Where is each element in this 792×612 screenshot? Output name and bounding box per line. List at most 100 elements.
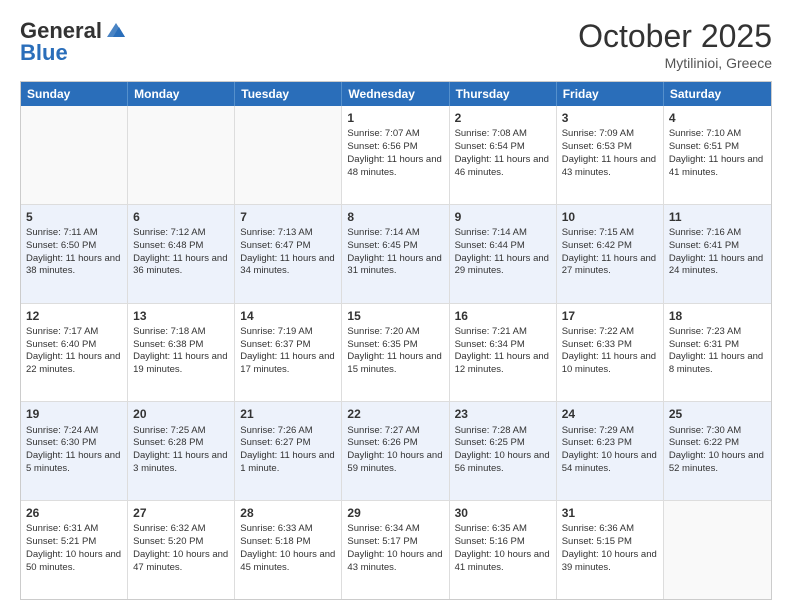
cal-header-thursday: Thursday — [450, 82, 557, 106]
cal-cell-20: 20 Sunrise: 7:25 AM Sunset: 6:28 PM Dayli… — [128, 402, 235, 500]
day-number: 16 — [455, 308, 551, 324]
cal-row-0: 1 Sunrise: 7:07 AM Sunset: 6:56 PM Daylig… — [21, 106, 771, 204]
cal-cell-10: 10 Sunrise: 7:15 AM Sunset: 6:42 PM Dayli… — [557, 205, 664, 303]
cal-cell-24: 24 Sunrise: 7:29 AM Sunset: 6:23 PM Dayli… — [557, 402, 664, 500]
cal-cell-19: 19 Sunrise: 7:24 AM Sunset: 6:30 PM Dayli… — [21, 402, 128, 500]
calendar-header: SundayMondayTuesdayWednesdayThursdayFrid… — [21, 82, 771, 106]
day-number: 9 — [455, 209, 551, 225]
title-block: October 2025 Mytilinioi, Greece — [578, 18, 772, 71]
cal-cell-1: 1 Sunrise: 7:07 AM Sunset: 6:56 PM Daylig… — [342, 106, 449, 204]
day-number: 7 — [240, 209, 336, 225]
day-number: 26 — [26, 505, 122, 521]
day-info: Sunrise: 7:26 AM Sunset: 6:27 PM Dayligh… — [240, 425, 334, 474]
cal-cell-2: 2Sunrise: 7:08 AM Sunset: 6:54 PM Daylig… — [450, 106, 557, 204]
cal-header-sunday: Sunday — [21, 82, 128, 106]
day-info: Sunrise: 7:11 AM Sunset: 6:50 PM Dayligh… — [26, 227, 120, 276]
day-number: 13 — [133, 308, 229, 324]
cal-cell-4: 4Sunrise: 7:10 AM Sunset: 6:51 PM Daylig… — [664, 106, 771, 204]
logo: General Blue — [20, 18, 127, 66]
day-info: Sunrise: 7:09 AM Sunset: 6:53 PM Dayligh… — [562, 128, 656, 177]
day-number: 10 — [562, 209, 658, 225]
location-subtitle: Mytilinioi, Greece — [578, 55, 772, 71]
cal-cell-26: 26 Sunrise: 6:31 AM Sunset: 5:21 PM Dayli… — [21, 501, 128, 599]
day-info: Sunrise: 7:10 AM Sunset: 6:51 PM Dayligh… — [669, 128, 763, 177]
cal-cell-empty — [128, 106, 235, 204]
day-info: Sunrise: 7:24 AM Sunset: 6:30 PM Dayligh… — [26, 425, 120, 474]
day-info: Sunrise: 7:13 AM Sunset: 6:47 PM Dayligh… — [240, 227, 334, 276]
day-info: Sunrise: 7:12 AM Sunset: 6:48 PM Dayligh… — [133, 227, 227, 276]
day-number: 1 — [347, 110, 443, 126]
cal-cell-empty — [664, 501, 771, 599]
day-number: 22 — [347, 406, 443, 422]
day-number: 12 — [26, 308, 122, 324]
day-info: Sunrise: 7:07 AM Sunset: 6:56 PM Dayligh… — [347, 128, 441, 177]
day-info: Sunrise: 7:25 AM Sunset: 6:28 PM Dayligh… — [133, 425, 227, 474]
cal-header-monday: Monday — [128, 82, 235, 106]
cal-cell-16: 16 Sunrise: 7:21 AM Sunset: 6:34 PM Dayli… — [450, 304, 557, 402]
cal-cell-12: 12 Sunrise: 7:17 AM Sunset: 6:40 PM Dayli… — [21, 304, 128, 402]
cal-cell-14: 14Sunrise: 7:19 AM Sunset: 6:37 PM Dayli… — [235, 304, 342, 402]
header: General Blue October 2025 Mytilinioi, Gr… — [20, 18, 772, 71]
day-number: 20 — [133, 406, 229, 422]
day-number: 11 — [669, 209, 766, 225]
logo-icon — [105, 19, 127, 41]
day-number: 27 — [133, 505, 229, 521]
calendar-body: 1 Sunrise: 7:07 AM Sunset: 6:56 PM Daylig… — [21, 106, 771, 599]
cal-cell-29: 29Sunrise: 6:34 AM Sunset: 5:17 PM Dayli… — [342, 501, 449, 599]
cal-row-4: 26 Sunrise: 6:31 AM Sunset: 5:21 PM Dayli… — [21, 500, 771, 599]
day-info: Sunrise: 7:14 AM Sunset: 6:45 PM Dayligh… — [347, 227, 441, 276]
cal-cell-empty — [21, 106, 128, 204]
cal-row-3: 19 Sunrise: 7:24 AM Sunset: 6:30 PM Dayli… — [21, 401, 771, 500]
cal-header-tuesday: Tuesday — [235, 82, 342, 106]
day-info: Sunrise: 7:21 AM Sunset: 6:34 PM Dayligh… — [455, 326, 549, 375]
cal-cell-27: 27 Sunrise: 6:32 AM Sunset: 5:20 PM Dayli… — [128, 501, 235, 599]
day-info: Sunrise: 7:08 AM Sunset: 6:54 PM Dayligh… — [455, 128, 549, 177]
cal-cell-30: 30 Sunrise: 6:35 AM Sunset: 5:16 PM Dayli… — [450, 501, 557, 599]
month-title: October 2025 — [578, 18, 772, 55]
cal-cell-7: 7 Sunrise: 7:13 AM Sunset: 6:47 PM Daylig… — [235, 205, 342, 303]
day-number: 30 — [455, 505, 551, 521]
cal-cell-8: 8 Sunrise: 7:14 AM Sunset: 6:45 PM Daylig… — [342, 205, 449, 303]
page: General Blue October 2025 Mytilinioi, Gr… — [0, 0, 792, 612]
day-info: Sunrise: 7:30 AM Sunset: 6:22 PM Dayligh… — [669, 425, 764, 474]
cal-cell-15: 15 Sunrise: 7:20 AM Sunset: 6:35 PM Dayli… — [342, 304, 449, 402]
day-info: Sunrise: 7:14 AM Sunset: 6:44 PM Dayligh… — [455, 227, 549, 276]
day-number: 23 — [455, 406, 551, 422]
day-number: 17 — [562, 308, 658, 324]
calendar: SundayMondayTuesdayWednesdayThursdayFrid… — [20, 81, 772, 600]
cal-cell-22: 22 Sunrise: 7:27 AM Sunset: 6:26 PM Dayli… — [342, 402, 449, 500]
day-number: 24 — [562, 406, 658, 422]
day-info: Sunrise: 6:35 AM Sunset: 5:16 PM Dayligh… — [455, 523, 550, 572]
day-info: Sunrise: 7:15 AM Sunset: 6:42 PM Dayligh… — [562, 227, 656, 276]
day-info: Sunrise: 7:29 AM Sunset: 6:23 PM Dayligh… — [562, 425, 657, 474]
day-number: 14 — [240, 308, 336, 324]
cal-cell-17: 17 Sunrise: 7:22 AM Sunset: 6:33 PM Dayli… — [557, 304, 664, 402]
cal-cell-28: 28Sunrise: 6:33 AM Sunset: 5:18 PM Dayli… — [235, 501, 342, 599]
day-number: 15 — [347, 308, 443, 324]
cal-header-wednesday: Wednesday — [342, 82, 449, 106]
day-info: Sunrise: 7:28 AM Sunset: 6:25 PM Dayligh… — [455, 425, 550, 474]
day-info: Sunrise: 7:20 AM Sunset: 6:35 PM Dayligh… — [347, 326, 441, 375]
cal-cell-23: 23 Sunrise: 7:28 AM Sunset: 6:25 PM Dayli… — [450, 402, 557, 500]
cal-row-2: 12 Sunrise: 7:17 AM Sunset: 6:40 PM Dayli… — [21, 303, 771, 402]
cal-cell-3: 3 Sunrise: 7:09 AM Sunset: 6:53 PM Daylig… — [557, 106, 664, 204]
day-info: Sunrise: 7:27 AM Sunset: 6:26 PM Dayligh… — [347, 425, 442, 474]
day-number: 31 — [562, 505, 658, 521]
day-info: Sunrise: 7:22 AM Sunset: 6:33 PM Dayligh… — [562, 326, 656, 375]
cal-cell-18: 18Sunrise: 7:23 AM Sunset: 6:31 PM Dayli… — [664, 304, 771, 402]
day-info: Sunrise: 6:36 AM Sunset: 5:15 PM Dayligh… — [562, 523, 657, 572]
cal-cell-6: 6Sunrise: 7:12 AM Sunset: 6:48 PM Daylig… — [128, 205, 235, 303]
day-info: Sunrise: 7:18 AM Sunset: 6:38 PM Dayligh… — [133, 326, 227, 375]
day-number: 29 — [347, 505, 443, 521]
day-info: Sunrise: 7:16 AM Sunset: 6:41 PM Dayligh… — [669, 227, 763, 276]
day-number: 3 — [562, 110, 658, 126]
cal-cell-11: 11 Sunrise: 7:16 AM Sunset: 6:41 PM Dayli… — [664, 205, 771, 303]
day-info: Sunrise: 7:17 AM Sunset: 6:40 PM Dayligh… — [26, 326, 120, 375]
day-number: 21 — [240, 406, 336, 422]
day-info: Sunrise: 6:31 AM Sunset: 5:21 PM Dayligh… — [26, 523, 121, 572]
day-number: 8 — [347, 209, 443, 225]
day-number: 19 — [26, 406, 122, 422]
cal-row-1: 5Sunrise: 7:11 AM Sunset: 6:50 PM Daylig… — [21, 204, 771, 303]
cal-cell-31: 31 Sunrise: 6:36 AM Sunset: 5:15 PM Dayli… — [557, 501, 664, 599]
day-info: Sunrise: 6:32 AM Sunset: 5:20 PM Dayligh… — [133, 523, 228, 572]
